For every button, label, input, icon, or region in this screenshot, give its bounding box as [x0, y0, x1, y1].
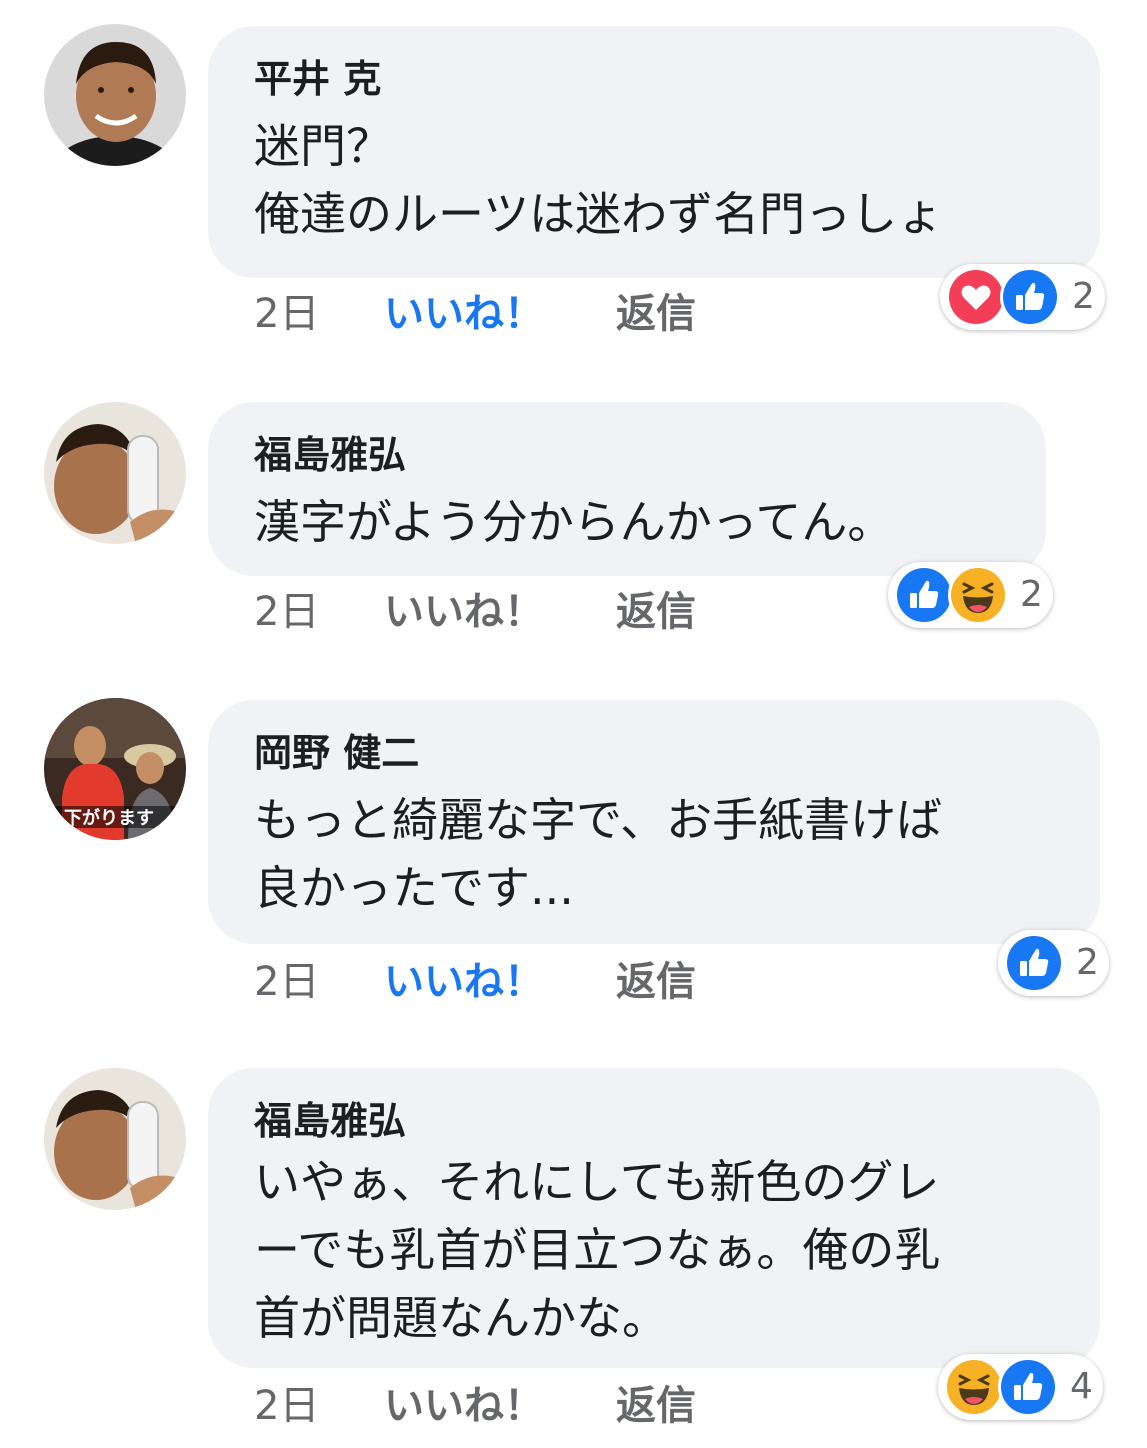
- reaction-count: 2: [1020, 574, 1043, 615]
- author-name[interactable]: 岡野 健二: [254, 730, 1060, 776]
- comment-bubble: 岡野 健二 もっと綺麗な字で、お手紙書けば 良かったです...: [208, 700, 1100, 944]
- like-link[interactable]: いいね！: [384, 952, 544, 1012]
- thumbs-up-icon: [1000, 267, 1060, 327]
- avatar-caption: 下がります: [64, 808, 154, 829]
- laughing-face-icon: [948, 565, 1008, 625]
- reaction-summary[interactable]: 2: [998, 930, 1109, 996]
- laughing-face-icon: [944, 1357, 1004, 1417]
- reaction-summary[interactable]: 4: [938, 1354, 1103, 1420]
- reaction-summary[interactable]: 2: [888, 562, 1053, 628]
- comment-bubble: 平井 克 迷門？ 俺達のルーツは迷わず名門っしょ: [208, 26, 1100, 278]
- timestamp[interactable]: 2日: [254, 284, 319, 344]
- comment-text-line: もっと綺麗な字で、お手紙書けば: [254, 793, 943, 847]
- timestamp[interactable]: 2日: [254, 1376, 319, 1436]
- thumbs-up-icon: [998, 1357, 1058, 1417]
- heart-icon: [946, 267, 1006, 327]
- reply-link[interactable]: 返信: [616, 1376, 696, 1436]
- comment-text-line: ーでも乳首が目立つなぁ。俺の乳: [254, 1223, 941, 1277]
- comment-text-line: 良かったです...: [254, 861, 574, 915]
- comment-bubble: 福島雅弘 いやぁ、それにしても新色のグレ ーでも乳首が目立つなぁ。俺の乳 首が問…: [208, 1068, 1100, 1368]
- timestamp[interactable]: 2日: [254, 582, 319, 642]
- comment-bubble: 福島雅弘 漢字がよう分からんかってん。: [208, 402, 1046, 576]
- like-link[interactable]: いいね！: [384, 1376, 544, 1436]
- reply-link[interactable]: 返信: [616, 952, 696, 1012]
- reaction-summary[interactable]: 2: [940, 264, 1105, 330]
- like-link[interactable]: いいね！: [384, 582, 544, 642]
- author-name[interactable]: 平井 克: [254, 56, 1060, 102]
- comment-text-line: 首が問題なんかな。: [254, 1291, 668, 1345]
- avatar[interactable]: [44, 1068, 186, 1210]
- comment-text-line: 迷門？: [254, 119, 392, 173]
- reply-link[interactable]: 返信: [616, 582, 696, 642]
- thumbs-up-icon: [894, 565, 954, 625]
- author-name[interactable]: 福島雅弘: [254, 432, 1006, 478]
- reaction-count: 4: [1070, 1366, 1093, 1407]
- reaction-count: 2: [1076, 942, 1099, 983]
- comment-text-line: 俺達のルーツは迷わず名門っしょ: [254, 187, 944, 241]
- like-link[interactable]: いいね！: [384, 284, 544, 344]
- avatar[interactable]: [44, 402, 186, 544]
- reply-link[interactable]: 返信: [616, 284, 696, 344]
- author-name[interactable]: 福島雅弘: [254, 1098, 1060, 1144]
- timestamp[interactable]: 2日: [254, 952, 319, 1012]
- reaction-count: 2: [1072, 276, 1095, 317]
- comment-text-line: いやぁ、それにしても新色のグレ: [254, 1155, 940, 1209]
- thumbs-up-icon: [1004, 933, 1064, 993]
- avatar[interactable]: 下がります: [44, 698, 186, 840]
- avatar[interactable]: [44, 24, 186, 166]
- comment-text-line: 漢字がよう分からんかってん。: [254, 495, 894, 549]
